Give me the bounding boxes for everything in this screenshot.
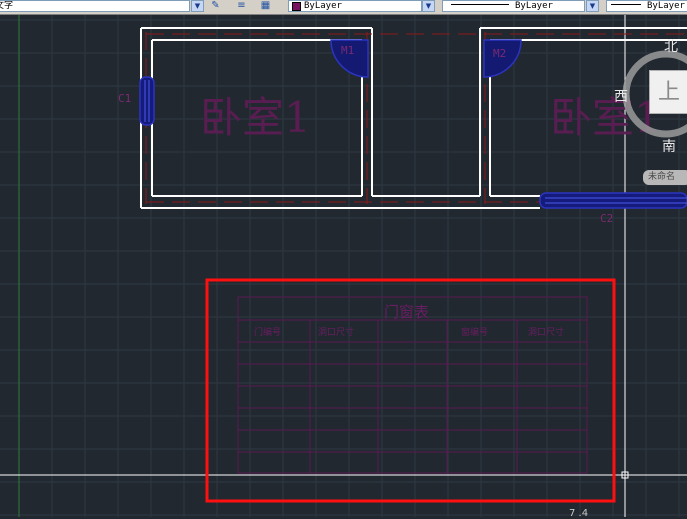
color-control[interactable]: ByLayer bbox=[288, 0, 422, 12]
lineweight-value: ByLayer bbox=[647, 1, 685, 11]
door-tag-m1: M1 bbox=[341, 44, 355, 57]
table-header-window-no: 窗编号 bbox=[461, 328, 489, 338]
text-style-value: 文字 bbox=[0, 1, 14, 11]
wcs-menu[interactable]: 未命名 bbox=[643, 170, 687, 185]
table-style-icon[interactable]: ▦ bbox=[258, 0, 273, 12]
table-title: 门窗表 bbox=[384, 303, 430, 321]
chevron-down-icon[interactable]: ▼ bbox=[191, 0, 204, 12]
chevron-down-icon[interactable]: ▼ bbox=[422, 0, 435, 12]
room-label-1: 卧室1 bbox=[200, 93, 311, 142]
chevron-down-icon[interactable]: ▼ bbox=[586, 0, 599, 12]
coordinate-readout: 7 .4 bbox=[569, 508, 589, 519]
window-tag-c1: C1 bbox=[118, 92, 132, 105]
compass-west[interactable]: 西 bbox=[614, 86, 628, 106]
door-tag-m2: M2 bbox=[493, 47, 507, 60]
door-window-table bbox=[237, 296, 588, 474]
lineweight-preview bbox=[611, 4, 641, 5]
table-header-window-size: 洞口尺寸 bbox=[528, 328, 565, 338]
linetype-control[interactable]: ByLayer bbox=[442, 0, 585, 12]
text-style-select[interactable]: 文字 bbox=[0, 0, 190, 12]
table-header-door-size: 洞口尺寸 bbox=[318, 328, 355, 338]
color-swatch bbox=[292, 2, 301, 11]
compass-north[interactable]: 北 bbox=[664, 36, 678, 56]
linetype-value: ByLayer bbox=[515, 1, 553, 11]
window-tag-c2: C2 bbox=[600, 212, 614, 225]
text-style-manager-icon[interactable]: ✎ bbox=[208, 0, 223, 12]
table-header-door-no: 门编号 bbox=[254, 328, 282, 338]
color-value: ByLayer bbox=[304, 1, 342, 11]
viewcube-top-face[interactable]: 上 bbox=[649, 70, 687, 114]
multileader-style-icon[interactable]: ≡ bbox=[234, 0, 249, 12]
drawing-canvas[interactable] bbox=[0, 0, 687, 517]
linetype-preview bbox=[451, 4, 509, 5]
compass-south[interactable]: 南 bbox=[662, 136, 676, 156]
lineweight-control[interactable]: ByLayer bbox=[606, 0, 687, 12]
walls bbox=[0, 0, 687, 517]
properties-toolbar: 文字 ▼ ✎ ≡ ▦ ByLayer ▼ ByLayer ▼ ByLayer bbox=[0, 0, 687, 15]
